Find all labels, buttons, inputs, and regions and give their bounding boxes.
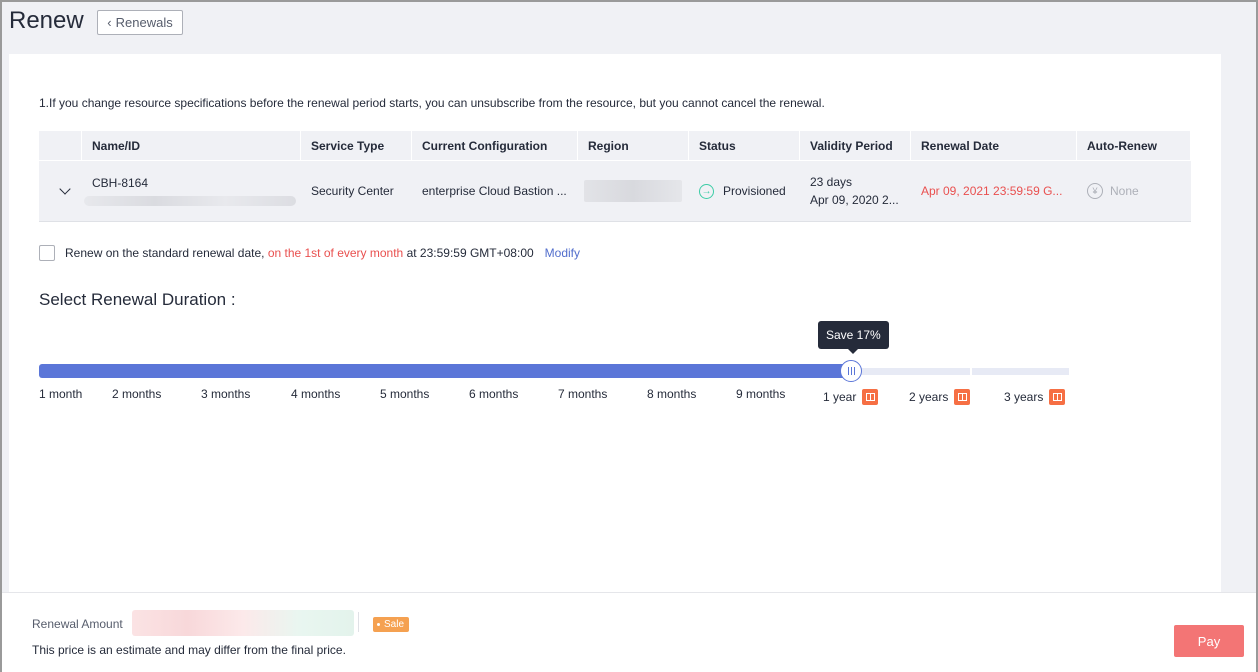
back-to-renewals-button[interactable]: ‹ Renewals: [97, 10, 183, 35]
header-renewal-date: Renewal Date: [911, 131, 1077, 160]
header-validity: Validity Period: [800, 131, 911, 160]
duration-label: 8 months: [647, 387, 697, 401]
configuration-cell: enterprise Cloud Bastion ...: [422, 184, 567, 198]
name-cell: CBH-8164: [82, 161, 301, 221]
duration-option[interactable]: 4 months: [291, 387, 340, 401]
duration-option[interactable]: 7 months: [558, 387, 607, 401]
sale-tag: Sale: [373, 617, 410, 632]
payment-footer: Renewal Amount Sale This price is an est…: [2, 592, 1256, 672]
standard-renewal-highlight: on the 1st of every month: [267, 246, 404, 260]
renew-panel: 1.If you change resource specifications …: [9, 54, 1221, 594]
duration-option[interactable]: 9 months: [736, 387, 785, 401]
status-cell: → Provisioned: [689, 161, 800, 221]
duration-option[interactable]: 2 months: [112, 387, 161, 401]
header-expand: [39, 131, 82, 160]
savings-tooltip: Save 17%: [818, 321, 889, 354]
duration-label: 9 months: [736, 387, 786, 401]
modify-link[interactable]: Modify: [545, 246, 580, 260]
chevron-left-icon: ‹: [107, 15, 112, 30]
top-bar: Renew ‹ Renewals: [2, 2, 1256, 52]
pay-button[interactable]: Pay: [1174, 625, 1244, 657]
region-cell: [578, 161, 689, 221]
service-type-cell: Security Center: [311, 184, 394, 198]
auto-renew-cell: ¥ None: [1077, 161, 1191, 221]
validity-days: 23 days: [810, 175, 853, 189]
duration-option[interactable]: 3 months: [201, 387, 250, 401]
redacted-resource-id: [84, 196, 296, 206]
duration-slider[interactable]: Save 17%: [39, 321, 1069, 382]
duration-label: 1 month: [39, 387, 83, 401]
table-header: Name/ID Service Type Current Configurati…: [39, 131, 1191, 160]
header-configuration: Current Configuration: [412, 131, 578, 160]
divider: [358, 612, 359, 632]
gift-icon: [954, 389, 971, 405]
duration-option[interactable]: 8 months: [647, 387, 696, 401]
header-service-type: Service Type: [301, 131, 412, 160]
gift-icon: [1049, 389, 1066, 405]
expand-toggle[interactable]: [39, 161, 82, 221]
duration-labels: 1 month 2 months 3 months 4 months 5 mon…: [39, 387, 1099, 409]
page-title: Renew: [9, 7, 84, 34]
duration-label: 4 months: [291, 387, 341, 401]
duration-label: 6 months: [469, 387, 519, 401]
table-row: CBH-8164 Security Center enterprise Clou…: [39, 161, 1191, 222]
renewal-date-cell: Apr 09, 2021 23:59:59 G...: [921, 184, 1063, 198]
standard-renewal-option: Renew on the standard renewal date, on t…: [39, 245, 580, 261]
duration-option-2-years[interactable]: 2 years: [909, 389, 971, 405]
duration-label: 1 year: [823, 390, 857, 404]
slider-handle[interactable]: [840, 360, 862, 382]
validity-date: Apr 09, 2020 2...: [810, 193, 899, 207]
header-auto-renew: Auto-Renew: [1077, 131, 1191, 160]
duration-title: Select Renewal Duration :: [39, 290, 236, 309]
duration-option[interactable]: 6 months: [469, 387, 518, 401]
slider-track-remaining[interactable]: [851, 368, 970, 375]
resource-name: CBH-8164: [92, 176, 149, 190]
duration-label: 2 years: [909, 390, 949, 404]
duration-label: 3 years: [1004, 390, 1044, 404]
standard-renewal-suffix: at 23:59:59 GMT+08:00: [406, 246, 534, 260]
gift-icon: [862, 389, 879, 405]
header-region: Region: [578, 131, 689, 160]
header-name-id: Name/ID: [82, 131, 301, 160]
duration-option-1-year[interactable]: 1 year: [823, 389, 879, 405]
renewal-amount-label: Renewal Amount: [32, 617, 123, 631]
duration-option[interactable]: 1 month: [39, 387, 82, 401]
slider-track-fill[interactable]: [39, 364, 851, 378]
estimate-note: This price is an estimate and may differ…: [32, 643, 346, 657]
renewal-notice: 1.If you change resource specifications …: [39, 96, 825, 110]
auto-renew-value: None: [1110, 184, 1139, 198]
duration-option-3-years[interactable]: 3 years: [1004, 389, 1066, 405]
duration-label: 3 months: [201, 387, 251, 401]
validity-cell: 23 days Apr 09, 2020 2...: [800, 161, 911, 221]
expand-chevron-icon: [59, 183, 71, 195]
redacted-region: [584, 180, 682, 202]
resource-table: Name/ID Service Type Current Configurati…: [39, 131, 1191, 222]
redacted-price: [132, 610, 354, 636]
duration-option[interactable]: 5 months: [380, 387, 429, 401]
slider-track-remaining[interactable]: [972, 368, 1069, 375]
status-text: Provisioned: [723, 184, 786, 198]
duration-label: 5 months: [380, 387, 430, 401]
header-status: Status: [689, 131, 800, 160]
auto-renew-icon: ¥: [1087, 183, 1103, 199]
provisioned-status-icon: →: [699, 183, 714, 199]
duration-label: 2 months: [112, 387, 162, 401]
standard-renewal-prefix: Renew on the standard renewal date,: [65, 246, 265, 260]
duration-label: 7 months: [558, 387, 608, 401]
back-button-label: Renewals: [115, 15, 173, 30]
standard-renewal-checkbox[interactable]: [39, 245, 55, 261]
